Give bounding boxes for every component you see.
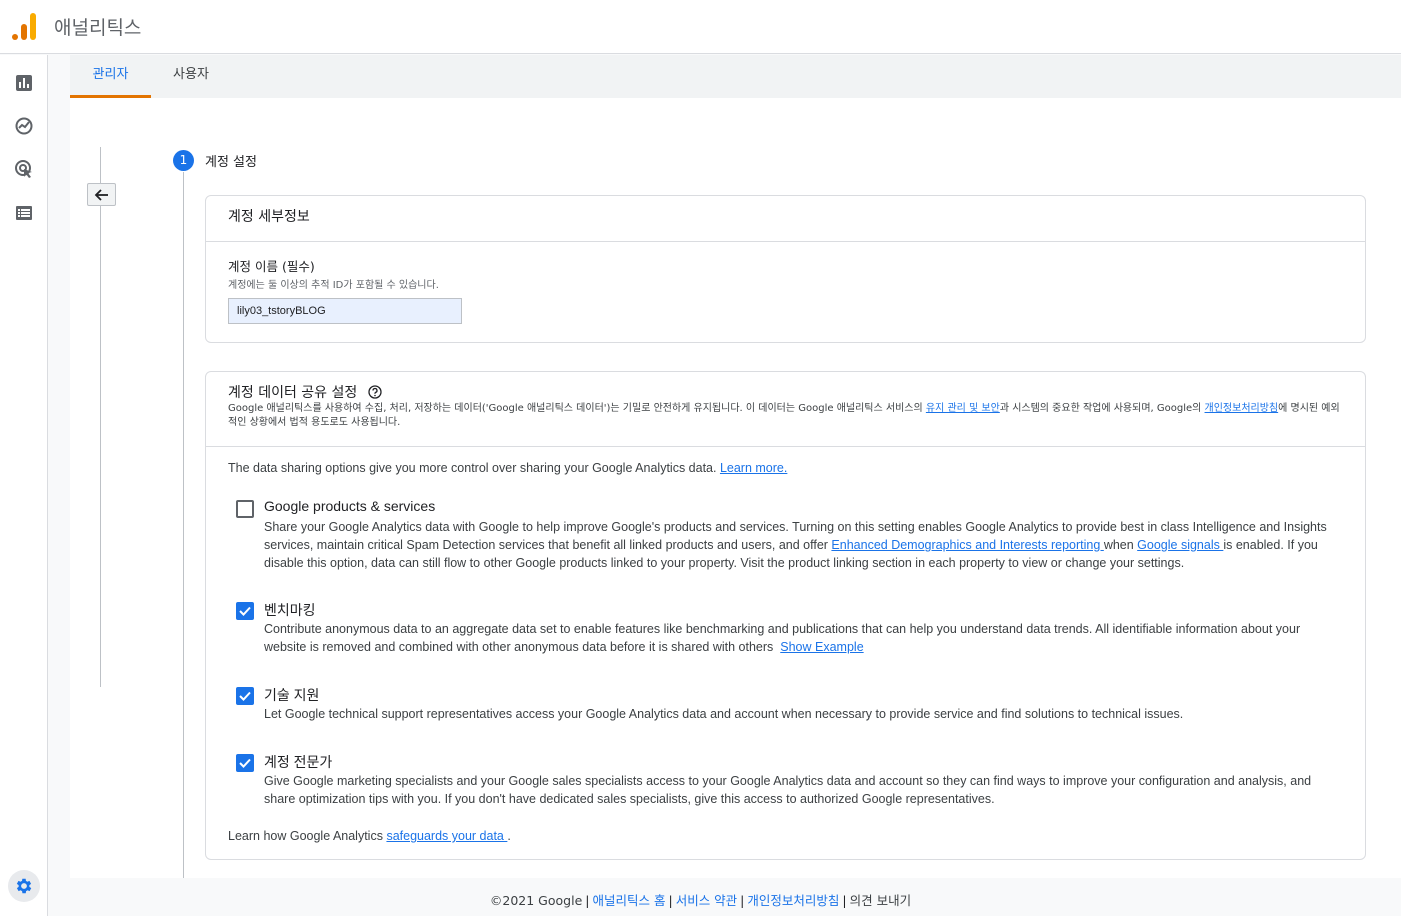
privacy-policy-link[interactable]: 개인정보처리방침 xyxy=(1205,403,1279,414)
footer-separator: | xyxy=(668,893,673,908)
data-sharing-title: 계정 데이터 공유 설정 xyxy=(228,382,382,402)
learn-more-link[interactable]: Learn more. xyxy=(720,461,787,475)
top-app-bar: 애널리틱스 xyxy=(0,0,1401,54)
explore-icon[interactable] xyxy=(14,116,34,136)
safeguards-link[interactable]: safeguards your data xyxy=(386,829,507,843)
account-details-header: 계정 세부정보 xyxy=(206,196,1365,242)
enhanced-demographics-link[interactable]: Enhanced Demographics and Interests repo… xyxy=(831,538,1103,552)
tab-admin[interactable]: 관리자 xyxy=(70,55,151,98)
desc-text-2: 과 시스템의 중요한 작업에 사용되며, Google의 xyxy=(999,403,1205,414)
data-sharing-title-text: 계정 데이터 공유 설정 xyxy=(228,385,358,401)
option-title: 계정 전문가 xyxy=(264,754,333,770)
safeguards-end: . xyxy=(507,829,511,843)
option-description: Contribute anonymous data to an aggregat… xyxy=(264,620,1336,656)
option-google-products: Google products & services Share your Go… xyxy=(236,498,1336,578)
data-sharing-card: 계정 데이터 공유 설정 Google 애널리틱스를 사용하여 수집, 처리, … xyxy=(205,371,1366,860)
footer-copyright: ©2021 Google xyxy=(489,893,583,908)
admin-tabs: 관리자 사용자 xyxy=(70,55,1401,98)
option-technical-support: 기술 지원 Let Google technical support repre… xyxy=(236,685,1336,725)
tab-users[interactable]: 사용자 xyxy=(161,55,221,98)
sharing-intro-text: The data sharing options give you more c… xyxy=(228,461,720,475)
checkmark-icon xyxy=(239,758,251,768)
option-account-specialists: 계정 전문가 Give Google marketing specialists… xyxy=(236,752,1336,812)
logo-bar-short xyxy=(21,24,27,40)
google-products-checkbox[interactable] xyxy=(236,500,254,518)
account-name-hint: 계정에는 둘 이상의 추적 ID가 포함될 수 있습니다. xyxy=(228,280,439,291)
desc-text-1: Google 애널리틱스를 사용하여 수집, 처리, 저장하는 데이터('Goo… xyxy=(228,403,926,414)
step-title: 계정 설정 xyxy=(205,155,257,170)
arrow-left-icon xyxy=(94,189,108,201)
footer-separator: | xyxy=(585,893,590,908)
technical-support-checkbox[interactable] xyxy=(236,687,254,705)
advertising-icon[interactable] xyxy=(14,159,34,179)
account-name-label: 계정 이름 (필수) xyxy=(228,259,315,274)
safeguards-note: Learn how Google Analytics safeguards yo… xyxy=(228,829,511,843)
back-button[interactable] xyxy=(87,183,116,206)
rail-divider xyxy=(100,147,101,687)
footer-privacy-link[interactable]: 개인정보처리방침 xyxy=(747,893,839,908)
bar-chart-icon[interactable] xyxy=(14,73,34,93)
step-number-badge: 1 xyxy=(173,150,194,171)
logo-dot xyxy=(12,34,18,40)
option-description: Let Google technical support representat… xyxy=(264,707,1184,721)
maintenance-security-link[interactable]: 유지 관리 및 보안 xyxy=(926,403,1000,414)
account-details-card: 계정 세부정보 계정 이름 (필수) 계정에는 둘 이상의 추적 ID가 포함될… xyxy=(205,195,1366,343)
account-details-title: 계정 세부정보 xyxy=(228,209,310,225)
sharing-intro: The data sharing options give you more c… xyxy=(228,461,787,475)
footer-terms-link[interactable]: 서비스 약관 xyxy=(676,893,737,908)
footer: ©2021 Google | 애널리틱스 홈 | 서비스 약관 | 개인정보처리방침 | 의견 … xyxy=(0,890,1401,909)
data-sharing-description: Google 애널리틱스를 사용하여 수집, 처리, 저장하는 데이터('Goo… xyxy=(228,402,1348,430)
option-title: Google products & services xyxy=(264,498,436,514)
data-sharing-header: 계정 데이터 공유 설정 Google 애널리틱스를 사용하여 수집, 처리, … xyxy=(206,372,1365,447)
footer-analytics-home-link[interactable]: 애널리틱스 홈 xyxy=(592,893,665,908)
safeguards-text: Learn how Google Analytics xyxy=(228,829,387,843)
help-circle-icon[interactable] xyxy=(368,385,382,399)
analytics-logo[interactable] xyxy=(11,12,37,40)
left-nav xyxy=(0,55,48,916)
option-desc-text-2: when xyxy=(1103,538,1138,552)
option-description: Give Google marketing specialists and yo… xyxy=(264,774,1312,806)
option-description: Share your Google Analytics data with Go… xyxy=(264,518,1336,572)
checkmark-icon xyxy=(239,691,251,701)
option-benchmarking: 벤치마킹 Contribute anonymous data to an agg… xyxy=(236,600,1336,660)
google-signals-link[interactable]: Google signals xyxy=(1137,538,1223,552)
footer-separator: | xyxy=(740,893,745,908)
logo-bar-tall xyxy=(30,13,36,40)
footer-separator: | xyxy=(842,893,847,908)
app-title: 애널리틱스 xyxy=(54,17,142,39)
benchmarking-checkbox[interactable] xyxy=(236,602,254,620)
option-title: 벤치마킹 xyxy=(264,602,316,618)
checkmark-icon xyxy=(239,606,251,616)
option-title: 기술 지원 xyxy=(264,687,320,703)
footer-feedback-link[interactable]: 의견 보내기 xyxy=(850,893,911,908)
table-list-icon[interactable] xyxy=(14,203,34,223)
stepper-line xyxy=(183,172,184,878)
account-specialists-checkbox[interactable] xyxy=(236,754,254,772)
account-name-input[interactable] xyxy=(228,298,462,324)
show-example-link[interactable]: Show Example xyxy=(780,640,863,654)
